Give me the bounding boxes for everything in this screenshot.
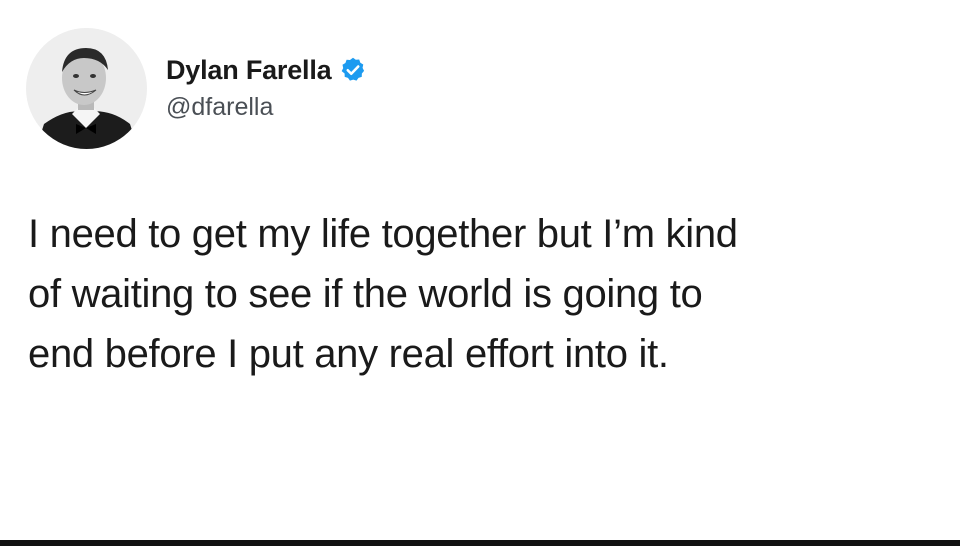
avatar[interactable] [26, 28, 147, 149]
tweet-card: Dylan Farella @dfarella I need to get my… [0, 0, 960, 540]
tweet-text-line: of waiting to see if the world is going … [28, 272, 703, 316]
tweet-text-line: I need to get my life together but I’m k… [28, 212, 738, 256]
verified-badge-icon [339, 56, 367, 84]
tweet-text-line: end before I put any real effort into it… [28, 332, 669, 376]
user-handle[interactable]: @dfarella [166, 92, 367, 122]
user-info: Dylan Farella @dfarella [166, 50, 367, 122]
avatar-photo [26, 28, 147, 149]
tweet-text: I need to get my life together but I’m k… [28, 204, 938, 384]
name-row: Dylan Farella [166, 50, 367, 90]
bottom-border [0, 540, 960, 546]
display-name[interactable]: Dylan Farella [166, 50, 332, 90]
